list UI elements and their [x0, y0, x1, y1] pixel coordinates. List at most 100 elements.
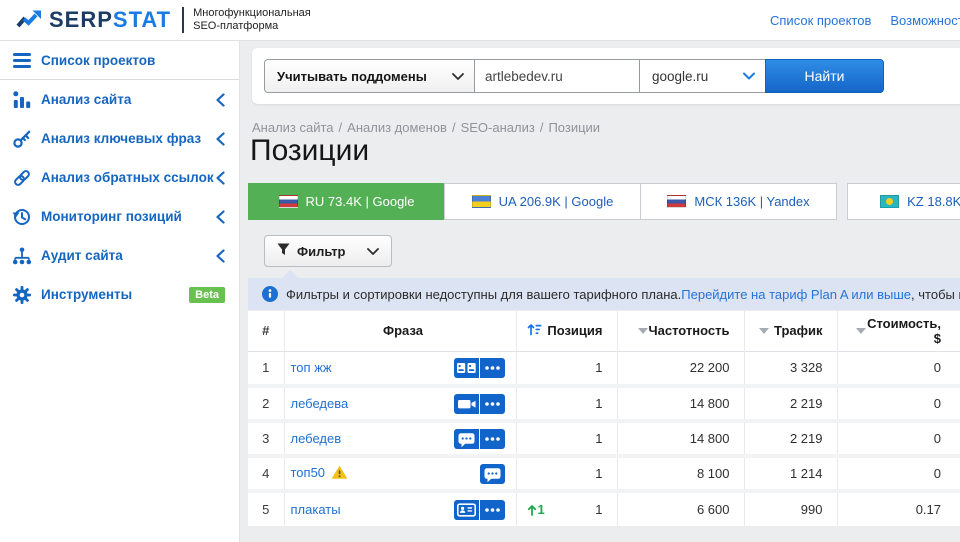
breadcrumb-item[interactable]: Анализ доменов: [347, 120, 447, 135]
table-row: 4 топ50 1 8 100 1 214 0: [248, 456, 960, 491]
comments-icon[interactable]: [480, 464, 505, 484]
chevron-left-icon: [215, 210, 225, 224]
logo-icon: [16, 8, 42, 32]
sidebar-item-site-analysis[interactable]: Анализ сайта: [0, 80, 239, 119]
breadcrumb[interactable]: Анализ сайта/Анализ доменов/SEO-анализ/П…: [252, 120, 600, 135]
upgrade-plan-link[interactable]: Перейдите на тариф Plan A или выше: [681, 287, 911, 302]
domain-input[interactable]: [474, 59, 640, 93]
position-change-up: 1: [527, 502, 545, 517]
arrow-up-icon: [527, 504, 537, 516]
tab-msk-yandex[interactable]: МСК 136K | Yandex: [640, 183, 837, 220]
ru-flag-icon: [667, 195, 686, 208]
sidebar-item-keyword-analysis[interactable]: Анализ ключевых фраз: [0, 119, 239, 158]
breadcrumb-separator: /: [540, 120, 544, 135]
col-header-position[interactable]: Позиция: [516, 311, 617, 351]
phrase-link[interactable]: лебедев: [291, 431, 342, 446]
sort-active-icon: [527, 323, 542, 339]
top-link-features[interactable]: Возможности: [890, 13, 960, 28]
subdomains-dropdown[interactable]: Учитывать поддомены: [264, 59, 475, 93]
chevron-left-icon: [215, 171, 225, 185]
breadcrumb-item[interactable]: SEO-анализ: [461, 120, 535, 135]
page-title: Позиции: [250, 134, 369, 168]
sidebar-item-rank-monitoring[interactable]: Мониторинг позиций: [0, 197, 239, 236]
col-header-cost[interactable]: Стоимость, $: [837, 311, 960, 351]
top-stories-icon[interactable]: [454, 358, 479, 378]
info-icon: [262, 286, 278, 302]
more-features-icon[interactable]: [480, 394, 505, 414]
serp-feature-badges: [454, 500, 505, 520]
region-tabs: RU 73.4K | Google UA 206.9K | Google МСК…: [248, 183, 960, 220]
col-header-traffic[interactable]: Трафик: [744, 311, 837, 351]
chevron-left-icon: [215, 93, 225, 107]
comments-icon[interactable]: [454, 429, 479, 449]
sidebar: Список проектов Анализ сайта Анализ ключ…: [0, 41, 240, 542]
phrase-link[interactable]: плакаты: [291, 502, 341, 517]
phrase-link[interactable]: топ50: [291, 465, 326, 480]
tab-ru-google[interactable]: RU 73.4K | Google: [248, 183, 445, 220]
chevron-left-icon: [215, 132, 225, 146]
sort-down-icon: [759, 328, 769, 334]
table-header-row: # Фраза Позиция Частотность Трафик Стоим…: [248, 311, 960, 351]
phrase-link[interactable]: лебедева: [291, 396, 349, 411]
beta-badge: Beta: [189, 287, 225, 303]
sort-down-icon: [856, 328, 866, 334]
site-analysis-icon: [12, 90, 32, 110]
col-header-volume[interactable]: Частотность: [617, 311, 744, 351]
tools-icon: [12, 285, 32, 305]
top-bar: SERPSTAT Многофункциональная SEO-платфор…: [0, 0, 960, 41]
backlinks-icon: [12, 168, 32, 188]
domain-search-form: Учитывать поддомены google.ru Найти: [264, 59, 884, 93]
breadcrumb-item[interactable]: Анализ сайта: [252, 120, 334, 135]
sort-down-icon: [638, 328, 648, 334]
chevron-down-icon: [452, 67, 464, 85]
search-button[interactable]: Найти: [765, 59, 884, 93]
more-features-icon[interactable]: [480, 429, 505, 449]
notice-text: Фильтры и сортировки недоступны для ваше…: [286, 287, 681, 302]
notice-pointer: [282, 270, 298, 278]
rank-monitoring-icon: [12, 207, 32, 227]
sidebar-item-site-audit[interactable]: Аудит сайта: [0, 236, 239, 275]
site-audit-icon: [12, 246, 32, 266]
video-icon[interactable]: [454, 394, 479, 414]
more-features-icon[interactable]: [480, 500, 505, 520]
table-row: 2 лебедева 1 14 800 2 219 0: [248, 386, 960, 421]
tab-ua-google[interactable]: UA 206.9K | Google: [444, 183, 641, 220]
table-row: 5 плакаты 11 6 600 990 0.17: [248, 491, 960, 526]
phrase-link[interactable]: топ жж: [291, 360, 332, 375]
domain-search-card: Учитывать поддомены google.ru Найти: [252, 48, 960, 104]
ua-flag-icon: [472, 195, 491, 208]
plan-notice: Фильтры и сортировки недоступны для ваше…: [248, 278, 960, 310]
ru-flag-icon: [279, 195, 298, 208]
table-row: 3 лебедев 1 14 800 2 219 0: [248, 421, 960, 456]
serp-feature-badges: [480, 464, 505, 484]
serpstat-app: SERPSTAT Многофункциональная SEO-платфор…: [0, 0, 960, 542]
positions-table: # Фраза Позиция Частотность Трафик Стоим…: [248, 311, 960, 526]
table-row: 1 топ жж 1 22 200 3 328 0: [248, 351, 960, 386]
sidebar-item-tools[interactable]: Инструменты Beta: [0, 275, 239, 314]
chevron-left-icon: [215, 249, 225, 263]
filter-button[interactable]: Фильтр: [264, 235, 392, 267]
serp-feature-badges: [454, 358, 505, 378]
col-header-phrase: Фраза: [284, 311, 516, 351]
logo[interactable]: SERPSTAT Многофункциональная SEO-платфор…: [16, 7, 311, 33]
sidebar-project-list[interactable]: Список проектов: [0, 41, 239, 80]
hamburger-icon: [12, 50, 32, 70]
top-link-project-list[interactable]: Список проектов: [770, 13, 871, 28]
kz-flag-icon: [880, 195, 899, 208]
knowledge-card-icon[interactable]: [454, 500, 479, 520]
notice-text: , чтобы получить: [911, 287, 960, 302]
chevron-down-icon: [743, 67, 755, 85]
sidebar-item-backlinks[interactable]: Анализ обратных ссылок: [0, 158, 239, 197]
logo-divider: [182, 7, 184, 33]
funnel-icon: [277, 243, 290, 259]
search-engine-select[interactable]: google.ru: [639, 59, 766, 93]
chevron-down-icon: [367, 248, 379, 255]
tab-kz-google[interactable]: KZ 18.8K | Google: [847, 183, 960, 220]
top-nav: Список проектов Возможности: [770, 13, 960, 28]
serp-feature-badges: [454, 429, 505, 449]
keyword-analysis-icon: [12, 129, 32, 149]
warning-icon: [332, 467, 347, 482]
serp-feature-badges: [454, 394, 505, 414]
breadcrumb-item[interactable]: Позиции: [548, 120, 600, 135]
more-features-icon[interactable]: [480, 358, 505, 378]
